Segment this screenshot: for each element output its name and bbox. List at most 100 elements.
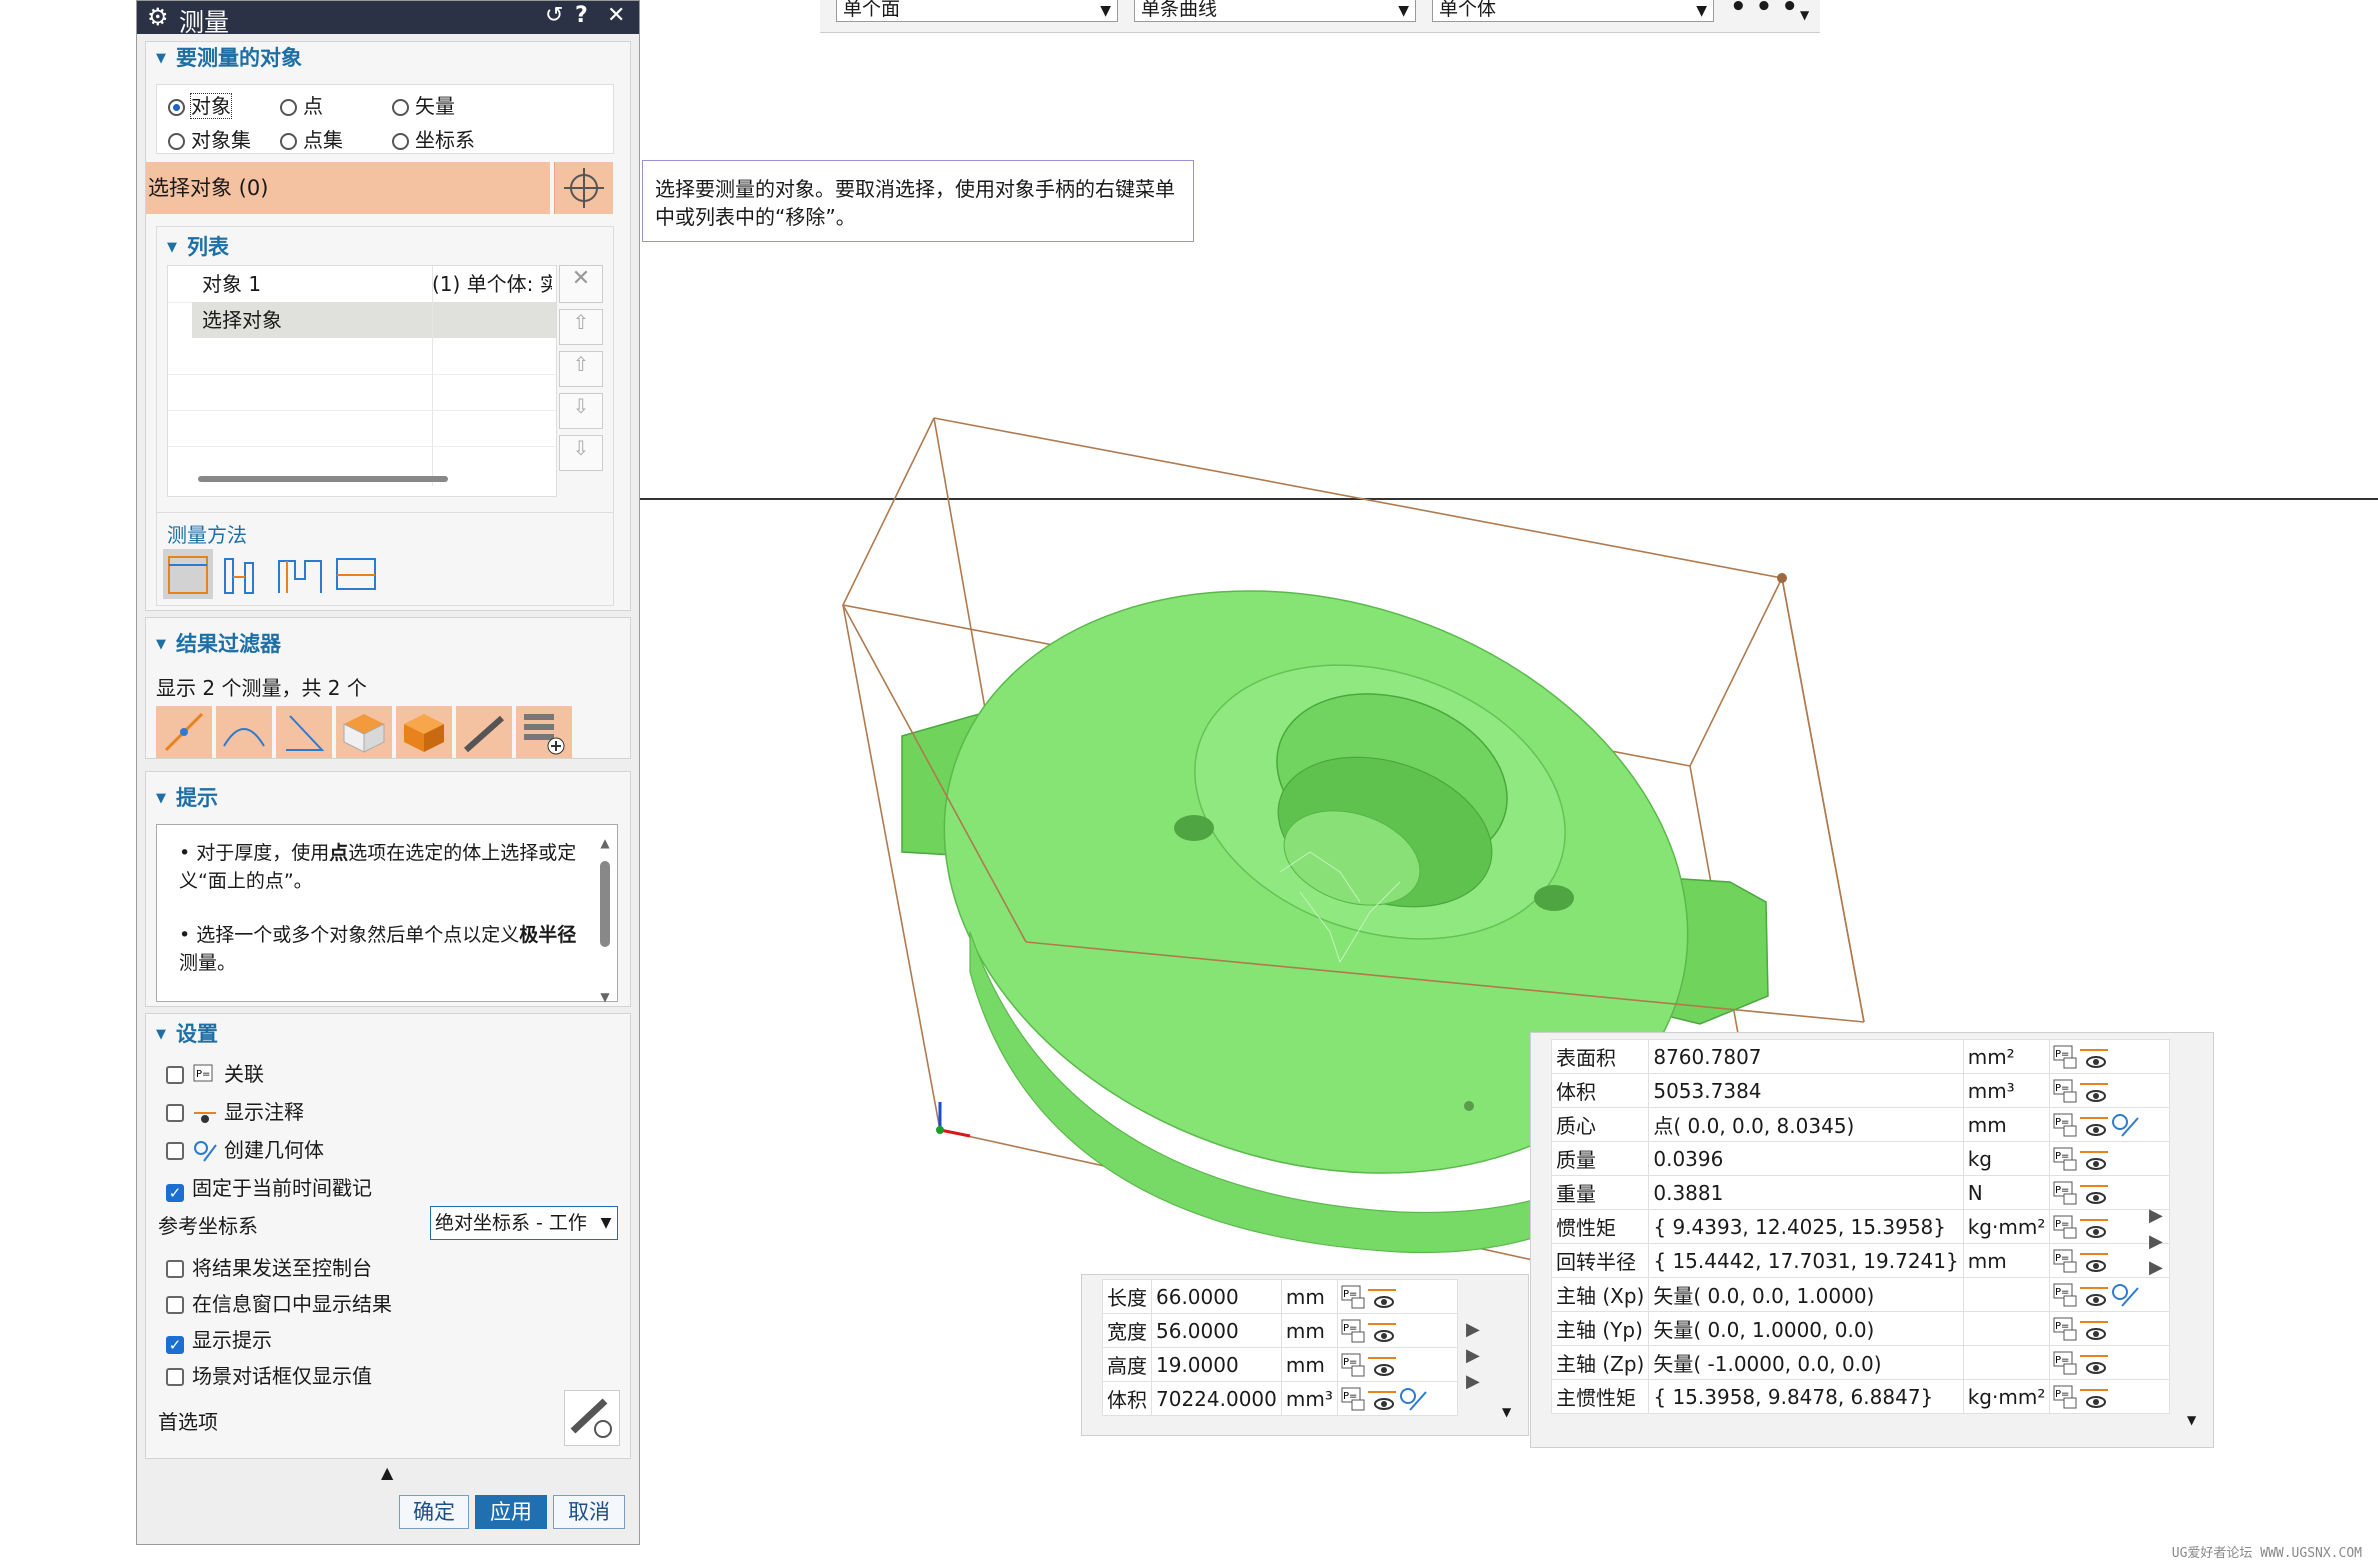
ok-button[interactable]: 确定 [399, 1495, 469, 1529]
measure-value[interactable]: 5053.7384 [1648, 1073, 1964, 1108]
measure-row[interactable]: 重量 0.3881 N P= [1550, 1175, 2171, 1210]
show-annotation-icon[interactable] [2078, 1044, 2110, 1070]
parameter-icon[interactable]: P= [2052, 1180, 2078, 1206]
measure-value[interactable]: 矢量( 0.0, 1.0000, 0.0) [1648, 1311, 1964, 1346]
list-header[interactable]: ▼ 列表 [167, 231, 229, 261]
measure-value[interactable]: 19.0000 [1151, 1347, 1282, 1382]
measure-row[interactable]: 回转半径{ 15.4442, 17.7031, 19.7241} mm P= [1550, 1243, 2171, 1278]
radio-object-set[interactable]: 对象集 [168, 124, 251, 153]
crosshair-select-button[interactable] [554, 162, 613, 214]
move-up-icon[interactable]: ⇧ [559, 351, 603, 387]
parameter-icon[interactable]: P= [1340, 1352, 1366, 1378]
measure-value[interactable]: 56.0000 [1151, 1313, 1282, 1348]
list-item-selected[interactable]: 选择对象 [192, 302, 556, 338]
measure-value[interactable]: 点( 0.0, 0.0, 8.0345) [1648, 1107, 1964, 1142]
method-angle-icon[interactable] [331, 549, 381, 599]
radio-point-set[interactable]: 点集 [280, 124, 343, 153]
measure-value[interactable]: 矢量( -1.0000, 0.0, 0.0) [1648, 1345, 1964, 1380]
filter-distance-icon[interactable] [156, 706, 212, 758]
close-icon[interactable]: ✕ [607, 3, 625, 28]
list-scrollbar[interactable] [198, 476, 448, 482]
preferences-button[interactable] [564, 1390, 620, 1446]
associative-checkbox[interactable]: P= 关联 [166, 1058, 264, 1087]
parameter-icon[interactable]: P= [1340, 1318, 1366, 1344]
parameter-icon[interactable]: P= [2052, 1350, 2078, 1376]
curve-filter-select[interactable]: 单条曲线 ▼ [1134, 0, 1416, 22]
parameter-icon[interactable]: P= [2052, 1214, 2078, 1240]
parameter-icon[interactable]: P= [2052, 1112, 2078, 1138]
parameter-icon[interactable]: P= [1340, 1386, 1366, 1412]
show-annotation-icon[interactable] [2078, 1350, 2110, 1376]
measure-row[interactable]: 表面积 8760.7807 mm² P= [1550, 1039, 2171, 1074]
scene-values-only-checkbox[interactable]: 场景对话框仅显示值 [166, 1360, 372, 1389]
measure-row[interactable]: 惯性矩{ 9.4393, 12.4025, 15.3958} kg·mm² P= [1550, 1209, 2171, 1244]
parameter-icon[interactable]: P= [2052, 1384, 2078, 1410]
radio-csys[interactable]: 坐标系 [392, 124, 475, 153]
object-list[interactable]: 对象 1 (1) 单个体: 实 选择对象 [167, 265, 557, 497]
face-filter-select[interactable]: 单个面 ▼ [836, 0, 1118, 22]
hints-header[interactable]: ▼ 提示 [156, 782, 218, 812]
method-thickness-icon[interactable] [275, 549, 325, 599]
settings-header[interactable]: ▼ 设置 [156, 1018, 218, 1048]
send-console-checkbox[interactable]: 将结果发送至控制台 [166, 1252, 372, 1281]
parameter-icon[interactable]: P= [2052, 1044, 2078, 1070]
move-down-icon[interactable]: ⇩ [559, 393, 603, 429]
filter-angle-icon[interactable] [276, 706, 332, 758]
filter-arc-icon[interactable] [216, 706, 272, 758]
help-icon[interactable]: ? [575, 3, 588, 28]
measure-row[interactable]: 主轴 (Xp) 矢量( 0.0, 0.0, 1.0000) P= [1550, 1277, 2171, 1312]
show-annotation-checkbox[interactable]: 显示注释 [166, 1096, 304, 1125]
show-annotation-icon[interactable] [2078, 1112, 2110, 1138]
method-distance-icon[interactable] [163, 549, 213, 599]
measure-value[interactable]: 0.3881 [1648, 1175, 1964, 1210]
measure-value[interactable]: 8760.7807 [1648, 1039, 1964, 1074]
show-annotation-icon[interactable] [1366, 1318, 1398, 1344]
move-bottom-icon[interactable]: ⇩ [559, 435, 603, 471]
select-object-row[interactable]: 选择对象 (0) [146, 162, 550, 214]
expand-arrows-icon[interactable]: ▶ ▶ ▶ [2149, 1203, 2163, 1281]
show-annotation-icon[interactable] [2078, 1384, 2110, 1410]
create-geometry-checkbox[interactable]: 创建几何体 [166, 1134, 324, 1163]
box-corner-handle[interactable] [1777, 573, 1787, 583]
show-annotation-icon[interactable] [2078, 1316, 2110, 1342]
measure-value[interactable]: 70224.0000 [1151, 1381, 1282, 1416]
reset-icon[interactable]: ↺ [545, 3, 563, 28]
show-annotation-icon[interactable] [1366, 1352, 1398, 1378]
measure-row[interactable]: 质心 点( 0.0, 0.0, 8.0345) mm P= [1550, 1107, 2171, 1142]
show-annotation-icon[interactable] [2078, 1248, 2110, 1274]
show-annotation-icon[interactable] [1366, 1284, 1398, 1310]
measure-row[interactable]: 高度 19.0000 mm P= [1102, 1347, 1458, 1382]
radio-vector[interactable]: 矢量 [392, 90, 455, 119]
more-options-icon[interactable]: • • • [1730, 0, 1798, 22]
measure-row[interactable]: 长度 66.0000 mm P= [1102, 1279, 1458, 1314]
ref-csys-select[interactable]: 绝对坐标系 - 工作 ▼ [430, 1206, 618, 1240]
measure-value[interactable]: { 15.3958, 9.8478, 6.8847} [1648, 1379, 1964, 1414]
remove-icon[interactable]: ✕ [559, 265, 603, 303]
body-filter-select[interactable]: 单个体 ▼ [1432, 0, 1714, 22]
show-annotation-icon[interactable] [2078, 1214, 2110, 1240]
show-hint-checkbox[interactable]: ✓ 显示提示 [166, 1324, 272, 1354]
measure-value[interactable]: 0.0396 [1648, 1141, 1964, 1176]
filter-volume-icon[interactable] [396, 706, 452, 758]
parameter-icon[interactable]: P= [2052, 1316, 2078, 1342]
hints-scrollbar[interactable]: ▲ ▼ [597, 829, 613, 1004]
create-geometry-icon[interactable] [2110, 1112, 2140, 1138]
show-info-window-checkbox[interactable]: 在信息窗口中显示结果 [166, 1288, 392, 1317]
show-annotation-icon[interactable] [1366, 1386, 1398, 1412]
method-projected-icon[interactable] [219, 549, 269, 599]
cancel-button[interactable]: 取消 [553, 1495, 625, 1529]
measure-row[interactable]: 质量 0.0396 kg P= [1550, 1141, 2171, 1176]
result-filter-header[interactable]: ▼ 结果过滤器 [156, 628, 281, 658]
filter-area-icon[interactable] [336, 706, 392, 758]
show-annotation-icon[interactable] [2078, 1146, 2110, 1172]
parameter-icon[interactable]: P= [2052, 1282, 2078, 1308]
toolbar-overflow-icon[interactable]: ▼ [1800, 8, 1809, 22]
collapse-icon[interactable]: ▲ [381, 1463, 393, 1482]
measure-row[interactable]: 体积 70224.0000 mm³ P= [1102, 1381, 1458, 1416]
filter-list-add-icon[interactable] [516, 706, 572, 758]
measure-row[interactable]: 主轴 (Zp) 矢量( -1.0000, 0.0, 0.0) P= [1550, 1345, 2171, 1380]
apply-button[interactable]: 应用 [475, 1495, 547, 1529]
measure-value[interactable]: { 15.4442, 17.7031, 19.7241} [1648, 1243, 1964, 1278]
measure-value[interactable]: 66.0000 [1151, 1279, 1282, 1314]
panel-overflow-icon[interactable]: ▼ [1502, 1405, 1511, 1419]
